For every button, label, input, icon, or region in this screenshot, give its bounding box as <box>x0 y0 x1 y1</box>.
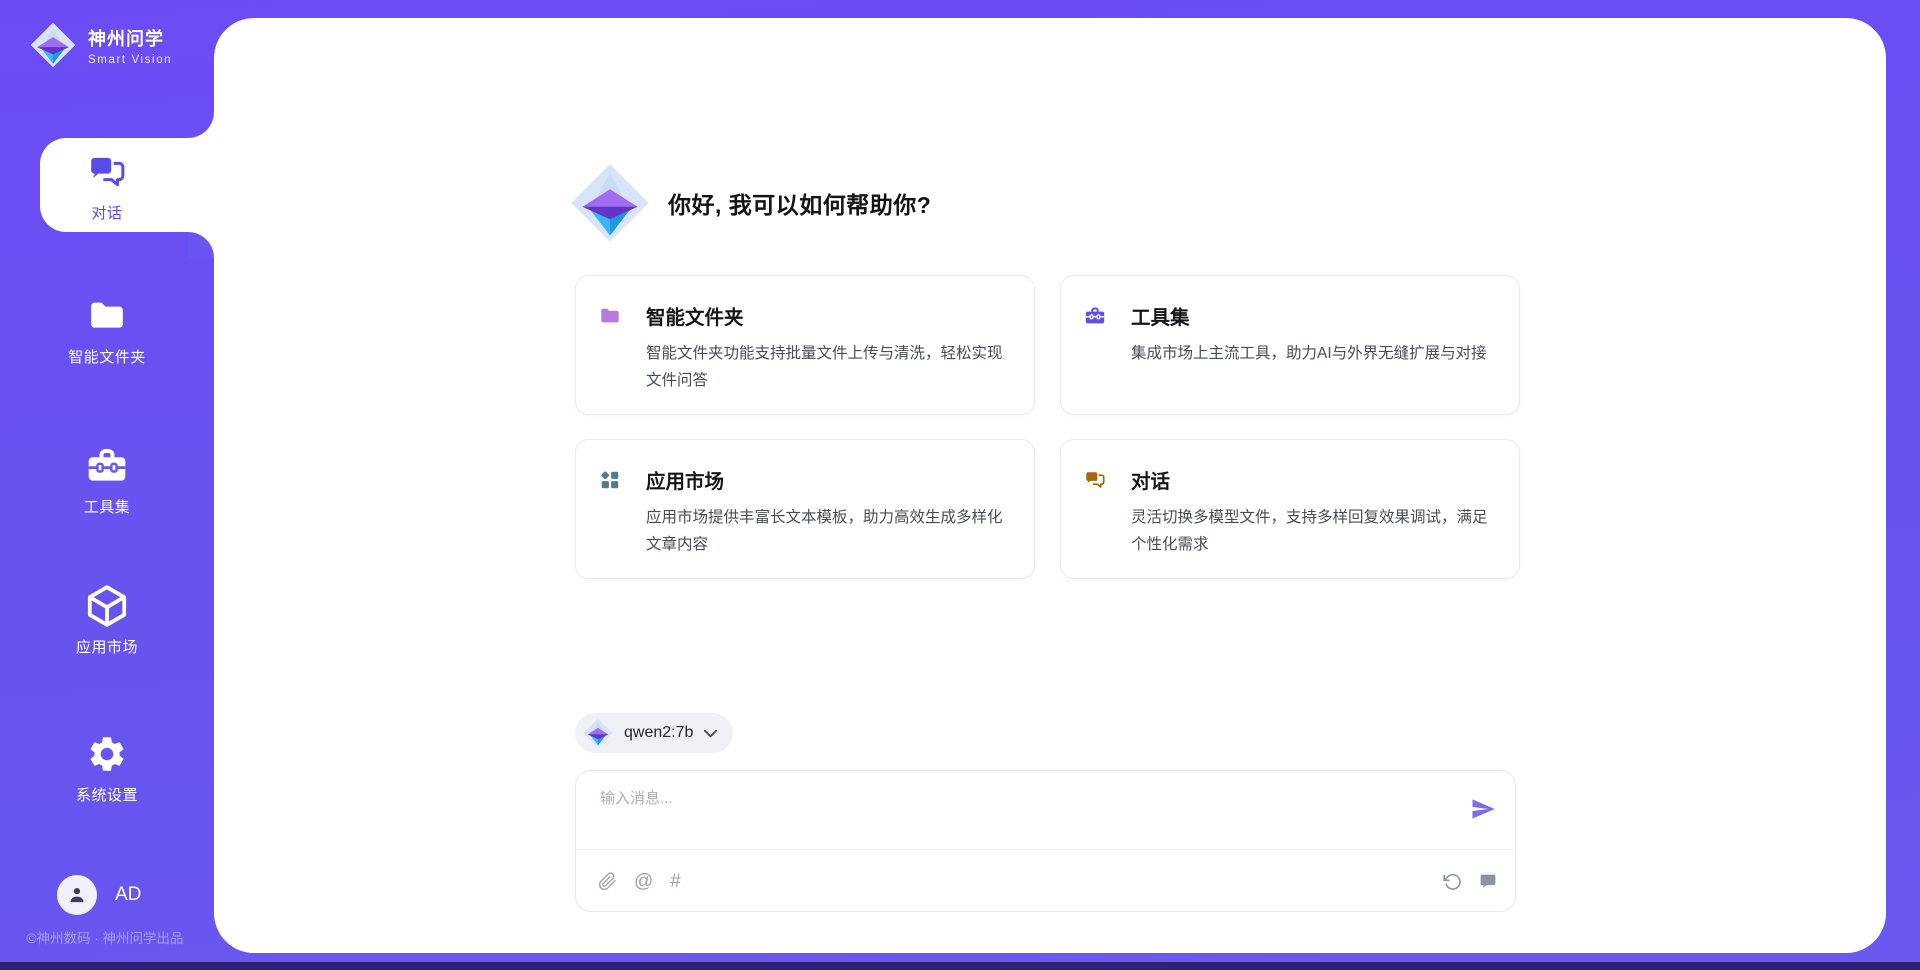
sidebar-item-label: 对话 <box>91 202 122 223</box>
chat-bubbles-icon <box>87 150 127 194</box>
gear-icon <box>86 732 128 776</box>
card-title: 应用市场 <box>646 465 724 494</box>
toolbox-icon <box>85 444 129 488</box>
user-name: AD <box>115 884 141 906</box>
sidebar-item-settings[interactable]: 系统设置 <box>0 732 214 805</box>
send-icon <box>1469 795 1497 823</box>
avatar <box>57 875 97 915</box>
feature-cards: 智能文件夹 智能文件夹功能支持批量文件上传与清洗，轻松实现文件问答 工具集 集成… <box>575 275 1520 579</box>
card-head: 智能文件夹 <box>599 301 1006 330</box>
main-panel: 你好, 我可以如何帮助你? 智能文件夹 智能文件夹功能支持批量文件上传与清洗，轻… <box>214 18 1886 953</box>
sidebar: 神州问学 Smart Vision 对话 智能文件夹 工具集 应用市场 系统设置 <box>0 0 214 970</box>
paperclip-icon <box>598 872 617 891</box>
greeting-section: 你好, 我可以如何帮助你? <box>570 163 931 243</box>
card-chat[interactable]: 对话 灵活切换多模型文件，支持多样回复效果调试，满足个性化需求 <box>1060 439 1520 579</box>
mention-button[interactable]: @ <box>634 872 653 891</box>
card-description: 应用市场提供丰富长文本模板，助力高效生成多样化文章内容 <box>646 504 1006 558</box>
sidebar-item-label: 应用市场 <box>76 636 138 657</box>
history-button[interactable] <box>1443 872 1462 891</box>
folder-icon <box>87 294 127 338</box>
assistant-logo-icon <box>570 163 650 243</box>
chat-square-icon <box>1479 872 1497 890</box>
card-description: 集成市场上主流工具，助力AI与外界无缝扩展与对接 <box>1131 340 1491 367</box>
card-smart-folder[interactable]: 智能文件夹 智能文件夹功能支持批量文件上传与清洗，轻松实现文件问答 <box>575 275 1035 415</box>
sidebar-item-label: 智能文件夹 <box>68 346 146 367</box>
sidebar-item-toolset[interactable]: 工具集 <box>0 444 214 517</box>
card-app-market[interactable]: 应用市场 应用市场提供丰富长文本模板，助力高效生成多样化文章内容 <box>575 439 1035 579</box>
attach-button[interactable] <box>598 872 617 891</box>
brand: 神州问学 Smart Vision <box>30 22 172 68</box>
message-input[interactable] <box>598 785 1442 847</box>
card-head: 对话 <box>1084 465 1491 494</box>
app-grid-icon <box>599 469 621 491</box>
cube-icon <box>83 584 131 628</box>
send-button[interactable] <box>1469 795 1497 823</box>
chat-bubbles-icon <box>1084 469 1106 491</box>
sidebar-item-label: 工具集 <box>84 496 131 517</box>
folder-icon <box>599 305 621 327</box>
card-head: 工具集 <box>1084 301 1491 330</box>
brand-logo-icon <box>30 22 76 68</box>
card-head: 应用市场 <box>599 465 1006 494</box>
user-profile[interactable]: AD <box>57 875 141 915</box>
hashtag-button[interactable]: # <box>670 872 681 891</box>
card-description: 智能文件夹功能支持批量文件上传与清洗，轻松实现文件问答 <box>646 340 1006 394</box>
composer-toolbar: @ # <box>598 850 1497 912</box>
model-logo-icon <box>583 718 613 748</box>
feedback-button[interactable] <box>1479 872 1497 890</box>
card-description: 灵活切换多模型文件，支持多样回复效果调试，满足个性化需求 <box>1131 504 1491 558</box>
sidebar-item-app-market[interactable]: 应用市场 <box>0 584 214 657</box>
card-title: 智能文件夹 <box>646 301 744 330</box>
message-composer: @ # <box>575 770 1516 912</box>
card-title: 对话 <box>1131 465 1170 494</box>
sidebar-footer: ©神州数码 · 神州问学出品 <box>0 927 210 947</box>
model-name: qwen2:7b <box>624 724 693 742</box>
brand-text: 神州问学 Smart Vision <box>88 25 172 66</box>
brand-subtitle: Smart Vision <box>88 54 172 66</box>
history-icon <box>1443 872 1462 891</box>
greeting-text: 你好, 我可以如何帮助你? <box>668 186 931 220</box>
bottom-accent-bar <box>0 962 1920 970</box>
card-toolset[interactable]: 工具集 集成市场上主流工具，助力AI与外界无缝扩展与对接 <box>1060 275 1520 415</box>
sidebar-item-label: 系统设置 <box>76 784 138 805</box>
toolbox-icon <box>1084 305 1106 327</box>
card-title: 工具集 <box>1131 301 1190 330</box>
sidebar-item-smart-folder[interactable]: 智能文件夹 <box>0 294 214 367</box>
model-selector[interactable]: qwen2:7b <box>575 713 733 753</box>
brand-name: 神州问学 <box>88 25 172 51</box>
chevron-down-icon <box>704 729 717 738</box>
sidebar-item-chat[interactable]: 对话 <box>0 150 214 223</box>
person-icon <box>66 884 88 906</box>
